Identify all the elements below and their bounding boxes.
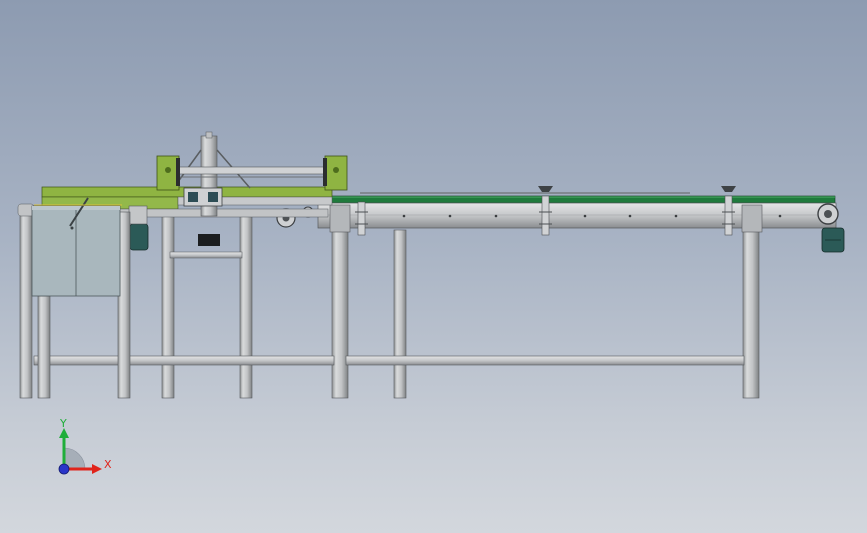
y-axis-label: Y — [59, 417, 67, 430]
frame-leg — [331, 229, 349, 399]
frame-leg — [37, 295, 51, 399]
frame-leg — [19, 211, 33, 399]
frame-leg — [393, 229, 407, 399]
infeed-unit — [17, 197, 131, 399]
x-axis-label: X — [104, 458, 112, 471]
infeed-motor — [129, 223, 149, 251]
conveyor-assembly-model[interactable]: X Y — [0, 0, 867, 533]
cad-viewport[interactable]: X Y — [0, 0, 867, 533]
bracket — [741, 204, 763, 233]
frame-leg — [161, 215, 175, 399]
bracket — [329, 204, 351, 233]
actuator-block — [198, 234, 220, 246]
frame-leg — [742, 229, 760, 399]
lower-crossbeam — [345, 355, 745, 366]
crossbeam — [169, 251, 243, 259]
z-axis-marker — [58, 463, 70, 475]
right-conveyor — [276, 186, 845, 399]
frame-leg — [239, 215, 253, 399]
lower-crossbeam — [33, 355, 335, 366]
coordinate-triad: X Y — [58, 417, 112, 475]
linear-rail — [169, 166, 346, 175]
